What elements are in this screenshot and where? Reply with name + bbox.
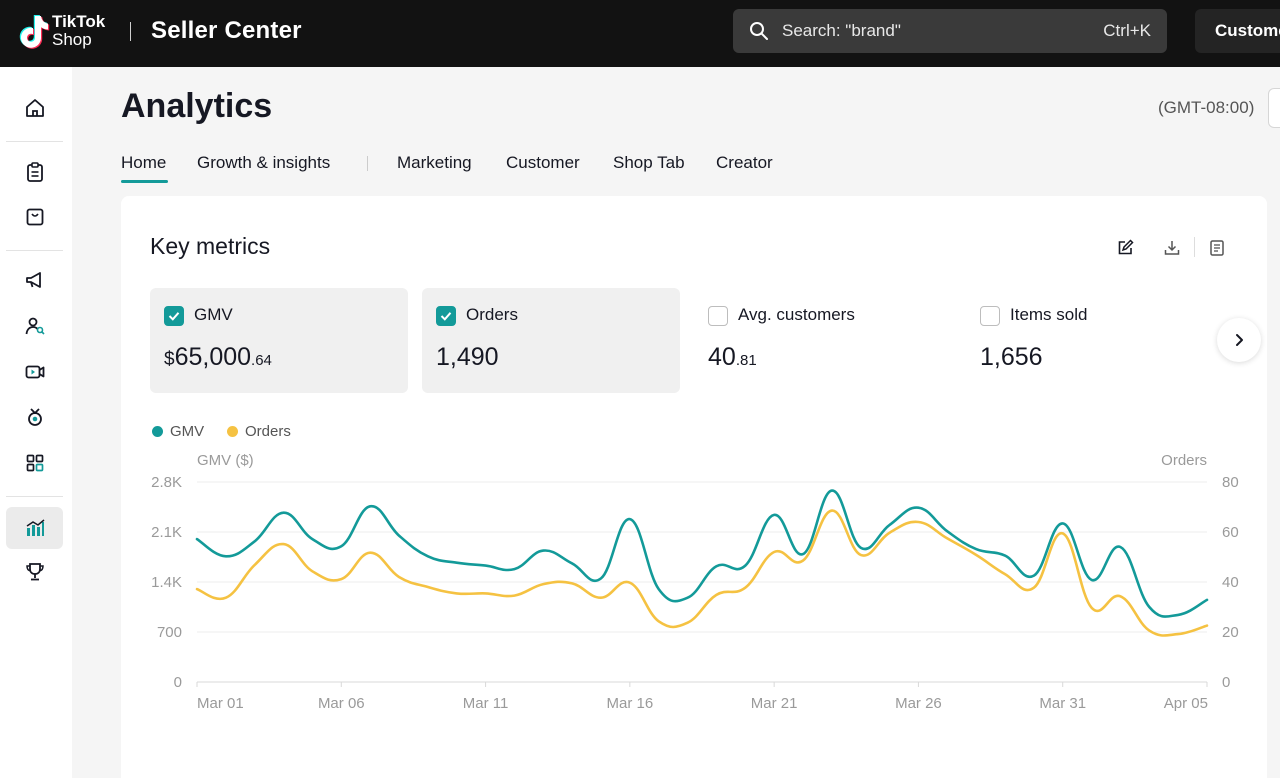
trophy-icon xyxy=(25,563,44,581)
search-icon xyxy=(750,22,768,40)
customers-icon xyxy=(25,317,45,335)
page-title: Analytics xyxy=(121,87,273,125)
y-tick-label-right: 60 xyxy=(1222,524,1239,541)
tab-divider xyxy=(367,156,368,171)
sidebar-item-products[interactable] xyxy=(6,196,63,238)
sidebar-item-marketing[interactable] xyxy=(6,259,63,301)
y-axis-title-left: GMV ($) xyxy=(197,452,254,469)
brand-line-1: TikTok xyxy=(52,12,106,31)
tab-creator[interactable]: Creator xyxy=(716,153,773,173)
search-shortcut: Ctrl+K xyxy=(1103,21,1151,40)
sidebar-item-customers[interactable] xyxy=(6,305,63,347)
y-tick-label-right: 40 xyxy=(1222,574,1239,591)
gmv-orders-line-chart: 0 0 700 20 1.4K 40 2.1K 60 2.8K 80 GMV ($) Orders Ma… xyxy=(151,452,1239,712)
x-tick-label: Apr 05 xyxy=(1164,695,1208,712)
sidebar-divider xyxy=(6,141,63,142)
live-video-icon xyxy=(25,365,44,379)
active-tab-indicator xyxy=(121,180,168,183)
x-tick-label: Mar 26 xyxy=(895,695,942,712)
sidebar-item-home[interactable] xyxy=(6,87,63,129)
search-input[interactable]: Search: "brand" Ctrl+K xyxy=(733,9,1167,53)
analytics-icon xyxy=(26,519,44,536)
apps-icon xyxy=(26,454,43,472)
sidebar-divider xyxy=(6,496,63,497)
y-tick-label-right: 20 xyxy=(1222,624,1239,641)
sidebar-item-orders[interactable] xyxy=(6,151,63,193)
x-tick-label: Mar 06 xyxy=(318,695,365,712)
x-tick-label: Mar 16 xyxy=(607,695,654,712)
marketing-icon xyxy=(25,272,41,288)
y-tick-label-left: 2.1K xyxy=(151,524,182,541)
sidebar xyxy=(0,67,72,778)
tab-growth-insights[interactable]: Growth & insights xyxy=(197,153,330,173)
timezone-label: (GMT-08:00) xyxy=(1158,98,1255,117)
brand-line-2: Shop xyxy=(52,30,92,49)
x-tick-label: Mar 21 xyxy=(751,695,798,712)
customer-button-label: Customer xyxy=(1215,21,1280,40)
brand-divider xyxy=(130,22,131,41)
sidebar-item-live-video[interactable] xyxy=(6,351,63,393)
home-icon xyxy=(25,99,44,117)
top-bar: TikTok Shop Seller Center Search: "brand… xyxy=(0,0,1280,67)
y-tick-label-right: 80 xyxy=(1222,474,1239,491)
y-tick-label-left: 0 xyxy=(174,674,182,691)
creator-icon xyxy=(27,408,42,426)
y-tick-label-left: 2.8K xyxy=(151,474,182,491)
tab-shop-tab[interactable]: Shop Tab xyxy=(613,153,685,173)
y-tick-label-left: 1.4K xyxy=(151,574,182,591)
x-tick-label: Mar 31 xyxy=(1039,695,1086,712)
x-tick-label: Mar 01 xyxy=(197,695,244,712)
tab-home[interactable]: Home xyxy=(121,153,166,173)
app-title: Seller Center xyxy=(151,17,302,44)
tab-marketing[interactable]: Marketing xyxy=(397,153,472,173)
x-tick-label: Mar 11 xyxy=(463,695,509,712)
sidebar-item-creator[interactable] xyxy=(6,396,63,438)
sidebar-item-rewards[interactable] xyxy=(6,551,63,593)
brand-wordmark[interactable]: TikTok Shop xyxy=(52,13,105,49)
tab-customer[interactable]: Customer xyxy=(506,153,580,173)
y-axis-title-right: Orders xyxy=(1161,452,1207,469)
customer-button[interactable]: Customer xyxy=(1195,9,1280,53)
search-placeholder: Search: "brand" xyxy=(782,21,901,40)
products-icon xyxy=(26,208,43,226)
sidebar-item-apps[interactable] xyxy=(6,442,63,484)
y-tick-label-left: 700 xyxy=(157,624,182,641)
series-line-gmv xyxy=(195,489,1209,618)
sidebar-divider xyxy=(6,250,63,251)
date-range-picker[interactable] xyxy=(1268,88,1280,128)
y-tick-label-right: 0 xyxy=(1222,674,1230,691)
tiktok-logo-icon[interactable] xyxy=(14,12,54,52)
key-metrics-card: Key metrics GMV $65,000.64 Orders 1,490 … xyxy=(121,196,1267,778)
orders-icon xyxy=(26,162,43,182)
sidebar-item-analytics[interactable] xyxy=(6,507,63,549)
